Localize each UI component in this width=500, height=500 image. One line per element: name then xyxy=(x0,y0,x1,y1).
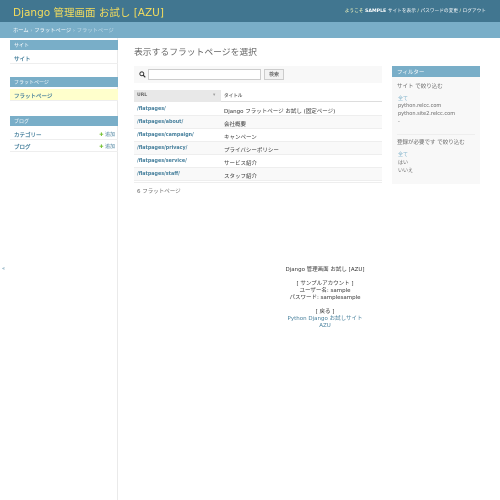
row-url-link[interactable]: /flatpages/campaign/ xyxy=(137,133,194,138)
breadcrumb-home[interactable]: ホーム xyxy=(13,28,29,34)
filter-group-title-site: サイト で絞り込む xyxy=(397,84,443,90)
add-label: 追加 xyxy=(104,144,115,150)
breadcrumb: ホーム › フラットページ › フラットページ xyxy=(0,22,500,38)
row-title: スタッフ紹介 xyxy=(224,173,258,180)
row-url-link[interactable]: /flatpages/staff/ xyxy=(137,172,180,177)
filter-option-site[interactable]: python.relcc.com xyxy=(398,103,441,109)
filter-option-yes[interactable]: はい xyxy=(398,159,408,166)
footer-python-site-link[interactable]: Python Django お試しサイト xyxy=(288,316,363,322)
sidebar-item-flatpages[interactable]: フラットページ xyxy=(10,89,118,101)
view-site-link[interactable]: サイトを表示 xyxy=(388,9,416,14)
page-title: 表示するフラットページを選択 xyxy=(134,48,257,58)
change-password-link[interactable]: パスワードの変更 xyxy=(420,9,458,14)
search-input[interactable] xyxy=(148,69,261,80)
sidebar-toggle-icon[interactable]: « xyxy=(2,266,5,272)
table-row: /flatpages/privacy/ プライバシーポリシー xyxy=(134,142,382,155)
filter-heading: フィルター xyxy=(392,66,480,77)
table-row: /flatpages/staff/ スタッフ紹介 xyxy=(134,168,382,181)
sort-chevron-down-icon[interactable]: ▾ xyxy=(213,93,215,98)
filter-divider xyxy=(397,134,475,135)
search-toolbar: 検索 xyxy=(134,66,382,83)
filter-option-no[interactable]: いいえ xyxy=(398,167,413,174)
footer-username: ユーザー名: sample xyxy=(299,288,351,294)
sidebar: サイト サイト フラットページ フラットページ ブログ カテゴリー ✚ 追加 ブ… xyxy=(0,38,118,500)
row-title: キャンペーン xyxy=(224,134,257,141)
module-caption-flatpages[interactable]: フラットページ xyxy=(10,77,118,87)
table-row: /flatpages/service/ サービス紹介 xyxy=(134,155,382,168)
row-title: サービス紹介 xyxy=(224,160,258,167)
table-row: /flatpages/about/ 会社概要 xyxy=(134,116,382,129)
row-title: プライバシーポリシー xyxy=(224,147,279,154)
footer-back-label: [ 戻る ] xyxy=(315,309,335,315)
column-header-url[interactable]: URL xyxy=(137,93,147,98)
module-caption-blog[interactable]: ブログ xyxy=(10,116,118,126)
add-blog-link[interactable]: ✚ 追加 xyxy=(99,143,115,150)
logout-link[interactable]: ログアウト xyxy=(463,9,486,14)
table-row: /flatpages/campaign/ キャンペーン xyxy=(134,129,382,142)
sidebar-item-label[interactable]: カテゴリー xyxy=(14,133,42,139)
user-tools: ようこそ SAMPLE サイトを表示 / パスワードの変更 / ログアウト xyxy=(345,8,486,14)
header: Django 管理画面 お試し [AZU] ようこそ SAMPLE サイトを表示… xyxy=(0,0,500,22)
plus-icon: ✚ xyxy=(99,144,104,150)
footer: Django 管理画面 お試し [AZU] [ サンプルアカウント ] ユーザー… xyxy=(200,267,450,330)
row-url-link[interactable]: /flatpages/service/ xyxy=(137,159,187,164)
row-url-link[interactable]: /flatpages/ xyxy=(137,107,166,112)
welcome-text: ようこそ xyxy=(344,9,364,14)
search-icon xyxy=(139,71,146,78)
plus-icon: ✚ xyxy=(99,132,104,138)
site-title[interactable]: Django 管理画面 お試し [AZU] xyxy=(13,5,164,20)
module-caption-sites[interactable]: サイト xyxy=(10,40,118,50)
footer-password: パスワード: samplesample xyxy=(289,295,361,301)
row-title: 会社概要 xyxy=(224,121,247,128)
filter-group-title-registration: 登録が必要です で絞り込む xyxy=(397,140,465,146)
filter-option-all[interactable]: 全て xyxy=(398,151,408,158)
search-button[interactable]: 検索 xyxy=(264,69,284,80)
sidebar-item-label[interactable]: ブログ xyxy=(14,145,31,151)
footer-sample-account-label: [ サンプルアカウント ] xyxy=(296,281,354,287)
filter-option-site[interactable]: python.site2.relcc.com xyxy=(398,111,455,117)
breadcrumb-current: フラットページ xyxy=(76,28,114,34)
footer-azu-link[interactable]: AZU xyxy=(319,323,331,329)
row-url-link[interactable]: /flatpages/about/ xyxy=(137,120,183,125)
table-row: /flatpages/ Django フラットページ お試し (固定ページ) xyxy=(134,103,382,116)
sidebar-item-blog[interactable]: ブログ ✚ 追加 xyxy=(10,140,118,152)
filter-option-all[interactable]: 全て xyxy=(398,95,408,102)
username: SAMPLE xyxy=(364,9,387,14)
column-header-title[interactable]: タイトル xyxy=(224,93,242,99)
breadcrumb-section[interactable]: フラットページ xyxy=(34,28,71,34)
paginator: 6 フラットページ xyxy=(134,182,382,196)
sidebar-item-sites[interactable]: サイト xyxy=(10,52,118,64)
sidebar-item-label[interactable]: フラットページ xyxy=(14,94,52,100)
sidebar-item-label[interactable]: サイト xyxy=(14,57,31,63)
add-category-link[interactable]: ✚ 追加 xyxy=(99,131,115,138)
sidebar-item-category[interactable]: カテゴリー ✚ 追加 xyxy=(10,128,118,140)
row-url-link[interactable]: /flatpages/privacy/ xyxy=(137,146,187,151)
footer-site-name: Django 管理画面 お試し [AZU] xyxy=(285,267,365,273)
add-label: 追加 xyxy=(104,132,115,138)
filter-panel: フィルター サイト で絞り込む 全て python.relcc.com pyth… xyxy=(392,66,480,184)
filter-option-none[interactable]: - xyxy=(398,119,400,125)
row-title: Django フラットページ お試し (固定ページ) xyxy=(224,108,336,115)
table-header: URL ▾ タイトル xyxy=(134,90,382,102)
